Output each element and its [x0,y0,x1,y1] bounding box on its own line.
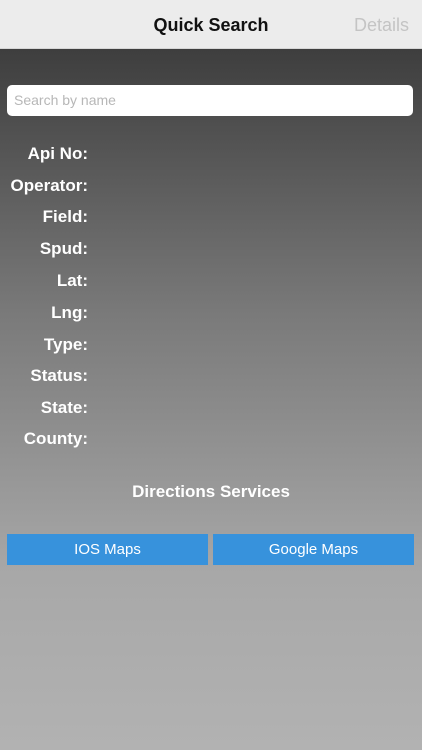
main-content: Search by name Api No: Operator: Field: … [0,49,422,750]
operator-label: Operator: [10,176,88,195]
navigation-bar: Quick Search Details [0,0,422,49]
directions-services-heading: Directions Services [132,482,290,501]
ios-maps-button[interactable]: IOS Maps [7,534,208,565]
field-row-status: Status: [0,364,422,388]
status-label: Status: [30,366,88,385]
field-row-field: Field: [0,205,422,229]
field-row-county: County: [0,427,422,451]
details-button[interactable]: Details [354,0,409,49]
google-maps-button[interactable]: Google Maps [213,534,414,565]
lng-label: Lng: [51,303,88,322]
spud-label: Spud: [39,239,88,258]
lat-label: Lat: [56,271,88,290]
field-label: Field: [42,207,88,226]
state-label: State: [40,398,88,417]
search-input[interactable]: Search by name [7,85,413,116]
field-row-type: Type: [0,333,422,357]
field-row-lat: Lat: [0,269,422,293]
field-row-api-no: Api No: [0,142,422,166]
field-row-lng: Lng: [0,301,422,325]
field-row-operator: Operator: [0,174,422,198]
type-label: Type: [43,335,88,354]
field-row-state: State: [0,396,422,420]
field-row-spud: Spud: [0,237,422,261]
api-no-label: Api No: [27,144,88,163]
county-label: County: [23,429,88,448]
